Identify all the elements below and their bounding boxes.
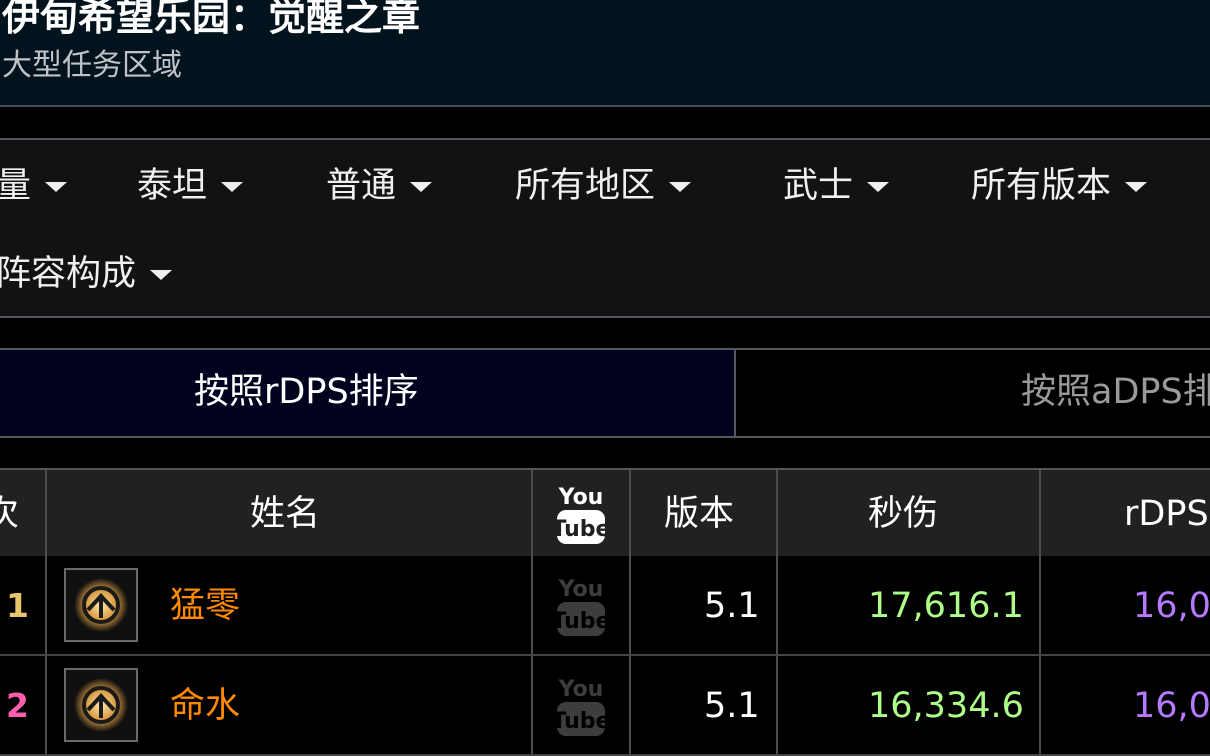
column-divider: [1039, 656, 1041, 754]
column-divider: [629, 470, 631, 558]
column-divider: [776, 470, 778, 558]
table-row[interactable]: 2 命水 You Tube 5.1 16,334.6 16,0: [0, 656, 1210, 756]
filter-class-dropdown[interactable]: 武士: [783, 164, 890, 208]
filter-patch-label: 所有版本: [971, 166, 1112, 206]
youtube-icon: You Tube: [552, 482, 610, 546]
youtube-icon[interactable]: You Tube: [552, 574, 610, 642]
patch-version: 5.1: [704, 586, 760, 626]
dps-value: 17,616.1: [868, 586, 1024, 626]
page-title: 伊甸希望乐园：觉醒之章: [2, 0, 421, 39]
sort-toggle: 按照rDPS排序 按照aDPS排: [0, 348, 1210, 438]
chevron-down-icon: [45, 182, 68, 192]
column-divider: [776, 556, 778, 654]
filter-difficulty-label: 普通: [326, 166, 397, 206]
chevron-down-icon: [669, 182, 692, 192]
page-subtitle: 大型任务区域: [2, 48, 182, 83]
player-name-link[interactable]: 命水: [170, 684, 240, 728]
filter-metric-dropdown[interactable]: 量: [0, 164, 68, 208]
samurai-job-icon: [64, 568, 138, 642]
dps-value: 16,334.6: [868, 686, 1024, 726]
filter-class-label: 武士: [783, 166, 854, 206]
filter-composition-label: 阵容构成: [0, 254, 137, 294]
column-divider: [1039, 556, 1041, 654]
rdps-value: 16,0: [1133, 686, 1210, 726]
column-header-rdps[interactable]: rDPS: [1124, 492, 1209, 536]
rankings-table-header: 次 姓名 You Tube 版本 秒伤 rDPS: [0, 468, 1210, 560]
sort-rdps-label: 按照rDPS排序: [194, 372, 419, 412]
youtube-icon[interactable]: You Tube: [552, 674, 610, 742]
svg-text:You: You: [558, 677, 604, 702]
column-divider: [1039, 470, 1041, 558]
chevron-down-icon: [1125, 182, 1148, 192]
rank-number: 2: [6, 686, 29, 725]
column-header-rank[interactable]: 次: [0, 492, 19, 536]
table-row[interactable]: 1 猛零 You Tube 5.1 17,616.1 16,0: [0, 556, 1210, 656]
filter-difficulty-dropdown[interactable]: 普通: [326, 164, 433, 208]
chevron-down-icon: [221, 182, 244, 192]
rank-number: 1: [6, 586, 29, 625]
zone-header: 伊甸希望乐园：觉醒之章 大型任务区域: [0, 0, 1210, 107]
filter-metric-label: 量: [0, 166, 32, 206]
column-header-name[interactable]: 姓名: [250, 492, 320, 536]
chevron-down-icon: [867, 182, 890, 192]
column-divider: [629, 656, 631, 754]
samurai-job-svg: [74, 678, 128, 732]
samurai-job-icon: [64, 668, 138, 742]
filter-region-dropdown[interactable]: 所有地区: [515, 164, 692, 208]
column-header-dps[interactable]: 秒伤: [868, 492, 938, 536]
filter-patch-dropdown[interactable]: 所有版本: [971, 164, 1148, 208]
svg-text:You: You: [558, 485, 604, 510]
rdps-value: 16,0: [1133, 586, 1210, 626]
samurai-job-svg: [74, 578, 128, 632]
chevron-down-icon: [150, 270, 173, 280]
svg-text:Tube: Tube: [556, 709, 606, 734]
column-divider: [531, 656, 533, 754]
player-name-link[interactable]: 猛零: [170, 584, 240, 628]
column-divider: [776, 656, 778, 754]
sort-adps-button[interactable]: 按照aDPS排: [1021, 370, 1210, 414]
svg-text:You: You: [558, 577, 604, 602]
filter-bar: 量 泰坦 普通 所有地区 武士 所有版本 阵容构成: [0, 138, 1210, 318]
column-header-version[interactable]: 版本: [664, 492, 734, 536]
column-divider: [45, 556, 47, 654]
svg-text:Tube: Tube: [556, 609, 606, 634]
column-divider: [629, 556, 631, 654]
youtube-logo-svg: You Tube: [552, 485, 610, 544]
column-divider: [45, 656, 47, 754]
filter-composition-dropdown[interactable]: 阵容构成: [0, 252, 173, 296]
svg-text:Tube: Tube: [556, 517, 606, 542]
youtube-logo-svg: You Tube: [552, 577, 610, 636]
patch-version: 5.1: [704, 686, 760, 726]
filter-region-label: 所有地区: [515, 166, 656, 206]
filter-partition-dropdown[interactable]: 泰坦: [137, 164, 244, 208]
column-divider: [531, 556, 533, 654]
chevron-down-icon: [410, 182, 433, 192]
filter-partition-label: 泰坦: [137, 166, 208, 206]
sort-rdps-button[interactable]: 按照rDPS排序: [0, 350, 736, 436]
column-divider: [531, 470, 533, 558]
youtube-logo-svg: You Tube: [552, 677, 610, 736]
column-divider: [45, 470, 47, 558]
